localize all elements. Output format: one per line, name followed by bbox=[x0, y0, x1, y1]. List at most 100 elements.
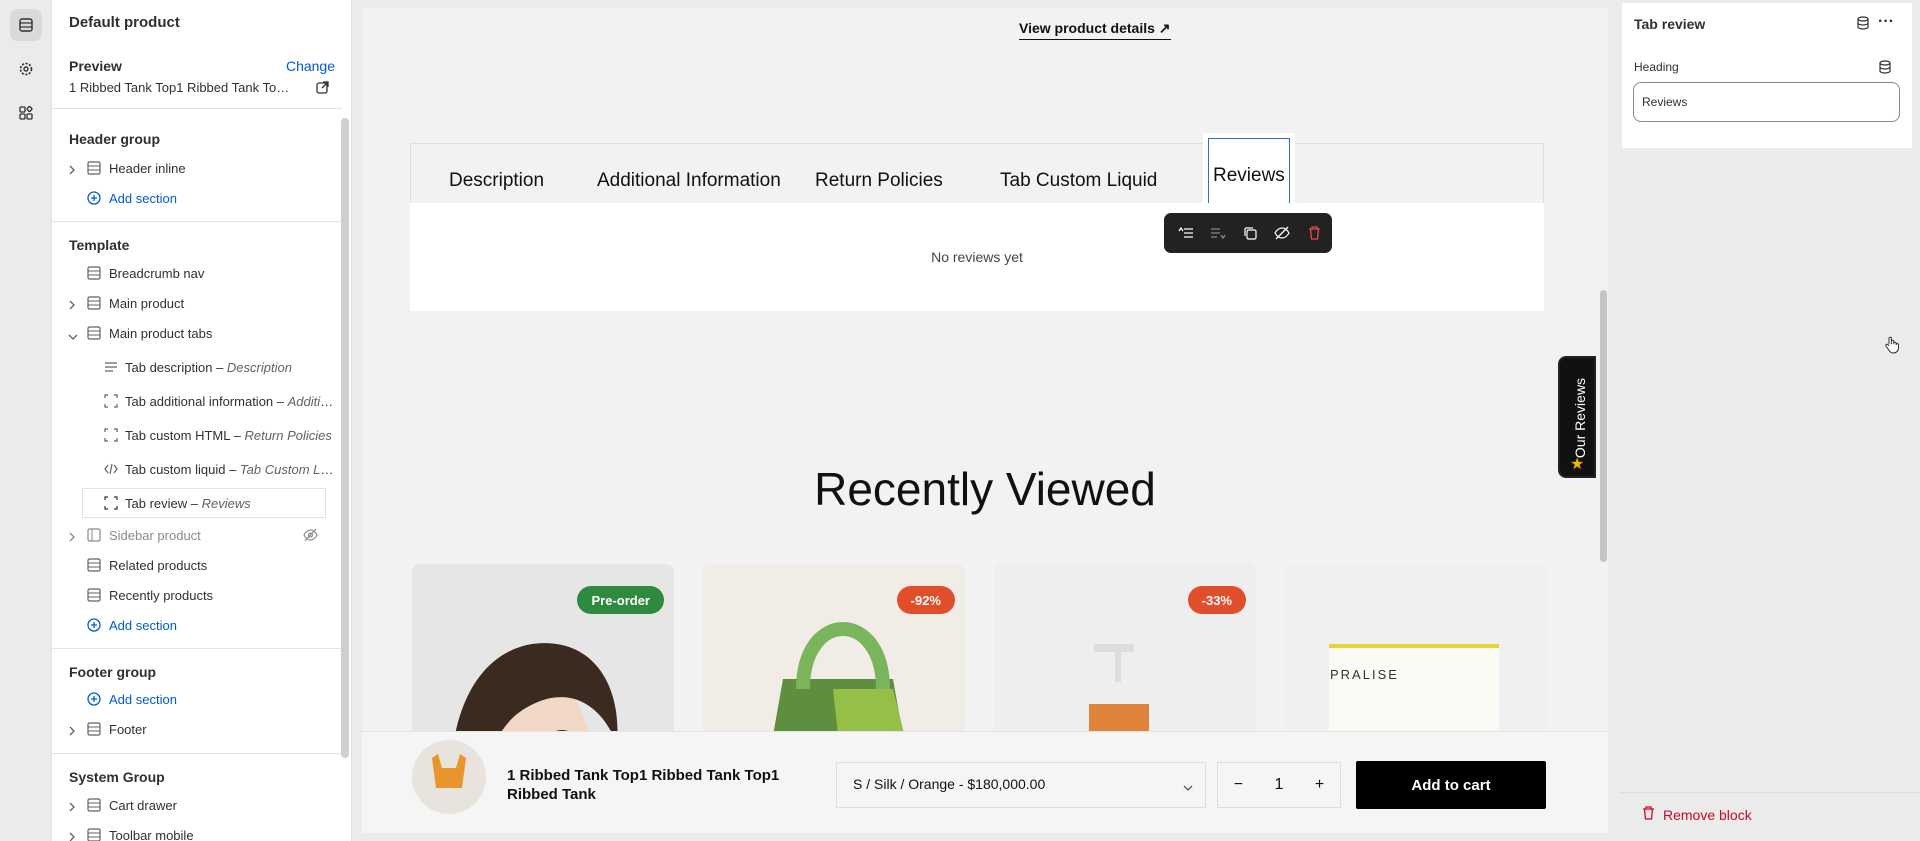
block-tab-description[interactable]: Tab description – Description bbox=[52, 354, 342, 380]
add-to-cart-button[interactable]: Add to cart bbox=[1356, 761, 1546, 809]
block-title: Tab review bbox=[1634, 16, 1706, 32]
change-button[interactable]: Change bbox=[286, 58, 335, 74]
tab-description[interactable]: Description bbox=[449, 170, 544, 192]
block-frame-icon bbox=[104, 428, 118, 445]
plus-icon[interactable]: + bbox=[1315, 776, 1324, 794]
section-icon bbox=[87, 161, 101, 178]
chevron-down-icon[interactable] bbox=[68, 329, 78, 344]
section-label: Main product bbox=[109, 296, 185, 311]
chevron-right-icon[interactable] bbox=[68, 800, 76, 815]
external-link-icon[interactable] bbox=[316, 81, 329, 99]
variant-select[interactable]: S / Silk / Orange - $180,000.00 bbox=[836, 762, 1206, 808]
section-label: Related products bbox=[109, 558, 208, 573]
chevron-right-icon[interactable] bbox=[68, 530, 76, 545]
arrow-up-right-icon: ↗ bbox=[1158, 20, 1171, 36]
tab-return-policies[interactable]: Return Policies bbox=[815, 170, 943, 192]
product-thumbnail bbox=[412, 740, 486, 814]
left-scrollbar[interactable] bbox=[341, 118, 349, 758]
sections-icon[interactable] bbox=[10, 9, 42, 41]
section-recently-products[interactable]: Recently products bbox=[52, 582, 342, 608]
recently-viewed-heading: Recently Viewed bbox=[814, 463, 1156, 515]
sidebar-layout-icon bbox=[87, 528, 101, 545]
section-icon bbox=[87, 558, 101, 575]
move-up-icon[interactable] bbox=[1174, 221, 1198, 245]
add-section-template[interactable]: Add section bbox=[52, 612, 342, 638]
plus-circle-icon bbox=[87, 618, 101, 635]
section-sidebar-product[interactable]: Sidebar product bbox=[52, 522, 342, 548]
block-tab-custom-liquid[interactable]: Tab custom liquid – Tab Custom Liquid bbox=[52, 456, 342, 482]
dynamic-source-icon[interactable] bbox=[1878, 60, 1892, 79]
chevron-right-icon[interactable] bbox=[68, 724, 76, 739]
apps-icon[interactable] bbox=[10, 97, 42, 129]
chevron-right-icon[interactable] bbox=[68, 298, 76, 313]
template-title: Template bbox=[69, 237, 130, 253]
our-reviews-label: Our Reviews bbox=[1572, 377, 1588, 459]
minus-icon[interactable]: − bbox=[1234, 776, 1243, 794]
view-details-label: View product details bbox=[1019, 20, 1155, 36]
section-related-products[interactable]: Related products bbox=[52, 552, 342, 578]
add-section-label: Add section bbox=[109, 692, 177, 707]
quantity-value[interactable]: 1 bbox=[1275, 776, 1284, 794]
block-toolbar bbox=[1164, 213, 1332, 253]
block-tab-review[interactable]: Tab review – Reviews bbox=[52, 488, 342, 518]
trash-icon[interactable] bbox=[1302, 221, 1326, 245]
block-label: Tab review bbox=[125, 496, 188, 511]
move-down-icon[interactable] bbox=[1206, 221, 1230, 245]
discount-badge: -33% bbox=[1187, 586, 1246, 614]
eye-slash-icon[interactable] bbox=[1270, 221, 1294, 245]
remove-block-button[interactable]: Remove block bbox=[1642, 806, 1752, 823]
sticky-add-to-cart-bar: 1 Ribbed Tank Top1 Ribbed Tank Top1 Ribb… bbox=[362, 731, 1608, 833]
block-sub: Tab Custom Liquid bbox=[239, 462, 335, 477]
section-cart-drawer[interactable]: Cart drawer bbox=[52, 792, 342, 818]
tab-reviews-label: Reviews bbox=[1213, 165, 1285, 186]
block-settings-panel: Tab review ··· Heading Remove block bbox=[1620, 0, 1920, 841]
section-icon bbox=[87, 798, 101, 815]
quantity-stepper[interactable]: − 1 + bbox=[1217, 762, 1341, 808]
block-label: Tab custom liquid bbox=[125, 462, 226, 477]
gear-icon[interactable] bbox=[10, 53, 42, 85]
heading-input[interactable] bbox=[1633, 82, 1900, 122]
section-icon bbox=[87, 266, 101, 283]
database-icon[interactable] bbox=[1856, 16, 1870, 35]
remove-block-label: Remove block bbox=[1663, 806, 1752, 823]
tab-reviews[interactable]: Reviews bbox=[1203, 133, 1295, 209]
chevron-down-icon bbox=[1183, 779, 1193, 795]
add-section-label: Add section bbox=[109, 191, 177, 206]
star-icon: ★ bbox=[1570, 456, 1585, 473]
section-header-inline[interactable]: Header inline bbox=[52, 155, 342, 181]
reviews-panel: No reviews yet bbox=[410, 203, 1544, 311]
section-main-product-tabs[interactable]: Main product tabs bbox=[52, 320, 342, 346]
chevron-right-icon[interactable] bbox=[68, 830, 76, 841]
tab-additional-information[interactable]: Additional Information bbox=[597, 170, 781, 192]
block-sub: Description bbox=[226, 360, 292, 375]
preview-scrollbar[interactable] bbox=[1600, 290, 1607, 562]
product-tabs: Description Additional Information Retur… bbox=[410, 143, 1544, 203]
footer-group-title: Footer group bbox=[69, 664, 157, 680]
more-options-icon[interactable]: ··· bbox=[1878, 13, 1894, 31]
section-toolbar-mobile[interactable]: Toolbar mobile bbox=[52, 822, 342, 841]
tab-custom-liquid[interactable]: Tab Custom Liquid bbox=[1000, 170, 1157, 192]
header-group-title: Header group bbox=[69, 131, 161, 147]
view-product-details-link[interactable]: View product details ↗ bbox=[1019, 20, 1171, 40]
duplicate-icon[interactable] bbox=[1238, 221, 1262, 245]
storefront-preview: View product details ↗ Description Addit… bbox=[362, 8, 1608, 833]
section-breadcrumb-nav[interactable]: Breadcrumb nav bbox=[52, 260, 342, 286]
divider bbox=[1620, 792, 1920, 793]
block-tab-custom-html[interactable]: Tab custom HTML – Return Policies bbox=[52, 422, 342, 448]
section-main-product[interactable]: Main product bbox=[52, 290, 342, 316]
section-icon bbox=[87, 828, 101, 841]
section-icon bbox=[87, 722, 101, 739]
eye-slash-icon[interactable] bbox=[303, 528, 318, 545]
plus-circle-icon bbox=[87, 191, 101, 208]
section-label: Cart drawer bbox=[109, 798, 177, 813]
block-tab-additional-information[interactable]: Tab additional information – Additional … bbox=[52, 388, 342, 414]
discount-badge: -92% bbox=[896, 586, 955, 614]
chevron-right-icon[interactable] bbox=[68, 163, 76, 178]
section-footer[interactable]: Footer bbox=[52, 716, 342, 742]
no-reviews-text: No reviews yet bbox=[931, 249, 1023, 265]
preview-product: 1 Ribbed Tank Top1 Ribbed Tank Top1 Ribb… bbox=[69, 80, 294, 95]
our-reviews-widget[interactable]: Our Reviews ★ bbox=[1558, 356, 1596, 478]
add-section-header[interactable]: Add section bbox=[52, 185, 342, 211]
cursor-icon bbox=[1884, 336, 1900, 359]
add-section-footer[interactable]: Add section bbox=[52, 686, 342, 712]
